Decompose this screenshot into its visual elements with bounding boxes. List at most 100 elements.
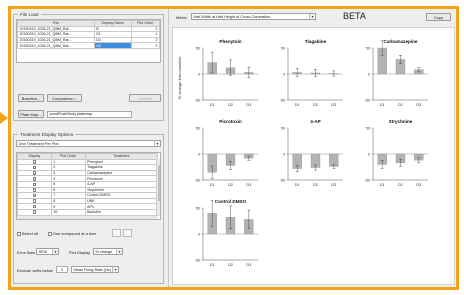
plot-display-value: % change: [95, 249, 113, 254]
y-axis-label: % change from baseline: [177, 56, 182, 100]
display-checkbox[interactable]: [32, 166, 36, 169]
plot-area: % change from baseline Phenytoin 50 0 -50 D1 D…: [172, 27, 455, 285]
y-tick-label: 50: [281, 126, 285, 130]
y-tick-label: -50: [195, 178, 201, 182]
display-name-cell-selected[interactable]: D3: [93, 42, 132, 49]
bar-chart-grid: % change from baseline Phenytoin 50 0 -50 D1 D…: [177, 39, 428, 267]
x-tick-label: D3: [246, 182, 251, 187]
x-tick-label: D1: [295, 102, 300, 107]
y-tick-label: 0: [368, 72, 370, 76]
x-tick-label: D3: [246, 262, 251, 267]
x-tick-label: D2: [398, 182, 403, 187]
display-checkbox[interactable]: [32, 171, 36, 175]
y-tick-label: -50: [195, 258, 201, 262]
x-tick-label: D1: [380, 102, 385, 107]
metric-label: Metric: [176, 15, 187, 20]
panel-title: Phenytoin: [219, 39, 241, 44]
scrollbar-thumb[interactable]: [157, 165, 160, 201]
y-tick-label: 50: [196, 46, 200, 50]
y-tick-label: 50: [281, 46, 285, 50]
y-tick-label: 50: [196, 206, 200, 210]
file-cell[interactable]: 20150319_1026-21_QBM_Rat...: [17, 42, 95, 49]
panel-title: Strychnine: [389, 119, 413, 124]
file-table-container: File Display Name Plot Order 20150319_10…: [16, 19, 161, 63]
metric-select[interactable]: Half Width at Half Height of Cross-Corre…: [191, 13, 316, 20]
treatment-table-hscrollbar[interactable]: [17, 215, 158, 219]
x-tick-label: D1: [380, 182, 385, 187]
treatment-options-group: Treatment Display Options One Treatment …: [13, 132, 164, 284]
chevron-down-icon[interactable]: ▼: [309, 14, 315, 19]
select-all-option[interactable]: Select all: [17, 231, 38, 236]
screenshot-frame: File Load File Display Name Plot Order 2…: [0, 0, 464, 295]
x-tick-label: D2: [398, 102, 403, 107]
plot-display-select[interactable]: % change ▼: [93, 248, 123, 255]
x-tick-label: D2: [228, 182, 233, 187]
chevron-down-icon[interactable]: ▼: [154, 141, 160, 146]
one-compound-label: One compound at a time: [52, 231, 97, 236]
chevron-down-icon[interactable]: ▼: [116, 249, 122, 254]
plate-map-button[interactable]: Plate Map...: [18, 110, 44, 118]
panel-title: Picrotoxin: [219, 119, 242, 124]
treatment-mode-value: One Treatment Per Plot: [18, 141, 59, 146]
y-tick-label: 0: [283, 152, 285, 156]
file-load-title: File Load: [18, 12, 41, 17]
treatment-mode-select[interactable]: One Treatment Per Plot ▼: [16, 140, 161, 147]
confirm-button[interactable]: Confirm: [129, 94, 161, 102]
app-window: File Load File Display Name Plot Order 2…: [8, 6, 459, 290]
display-checkbox[interactable]: [32, 188, 36, 192]
display-checkbox[interactable]: [32, 210, 37, 215]
y-tick-label: -50: [365, 98, 371, 102]
chevron-down-icon[interactable]: ▼: [112, 267, 118, 272]
file-row[interactable]: 20150319_1026-21_QBM_Rat... D3 3: [17, 42, 160, 49]
y-tick-label: 0: [368, 152, 370, 156]
chart-title: BETA: [343, 11, 366, 21]
panel-title: Tiagabine: [305, 39, 327, 44]
x-tick-label: D3: [331, 182, 336, 187]
x-tick-label: D1: [210, 102, 215, 107]
display-checkbox[interactable]: [32, 182, 36, 186]
plate-map-file-field[interactable]: proofFinalStudy.platemap: [47, 110, 132, 118]
chevron-down-icon[interactable]: ▼: [52, 249, 58, 254]
x-tick-label: D2: [228, 102, 233, 107]
x-tick-label: D3: [416, 182, 421, 187]
display-checkbox[interactable]: [32, 199, 37, 203]
compound-prev-button[interactable]: [112, 229, 121, 237]
select-all-checkbox[interactable]: [17, 232, 21, 236]
treatment-table-scrollbar[interactable]: [156, 159, 160, 216]
right-panel: Metric Half Width at Half Height of Cros…: [170, 9, 456, 287]
exclude-wells-input[interactable]: 0: [56, 266, 68, 273]
display-checkbox[interactable]: [32, 177, 36, 181]
x-tick-label: D2: [313, 102, 318, 107]
plot-display-label: Plot Display: [69, 250, 91, 255]
x-tick-label: D1: [295, 182, 300, 187]
exclude-metric-value: Mean Firing Rate (Hz): [73, 267, 111, 272]
one-compound-checkbox[interactable]: [48, 232, 52, 236]
error-bars-select[interactable]: SEM ▼: [36, 248, 59, 255]
y-tick-label: 0: [283, 72, 285, 76]
y-tick-label: 0: [198, 232, 200, 236]
display-checkbox[interactable]: [32, 194, 36, 197]
file-table: File Display Name Plot Order 20150319_10…: [17, 20, 160, 49]
error-bars-label: Error Bars: [17, 250, 36, 255]
comparison-button[interactable]: Comparison...: [47, 94, 82, 102]
exclude-metric-select[interactable]: Mean Firing Rate (Hz) ▼: [71, 266, 119, 273]
exclude-wells-label: Exclude wells below: [17, 268, 53, 273]
treatment-table: Display Plot Order Treatment 1Phenytoin …: [17, 153, 159, 216]
error-bars-value: SEM: [38, 249, 47, 254]
highlight-arrow: [0, 112, 8, 124]
treatment-options-title: Treatment Display Options: [18, 132, 76, 137]
display-checkbox[interactable]: [32, 204, 37, 209]
y-tick-label: 0: [198, 72, 200, 76]
one-compound-option[interactable]: One compound at a time: [48, 231, 97, 236]
baseline-button[interactable]: Baseline...: [18, 94, 44, 102]
display-checkbox[interactable]: [32, 160, 36, 164]
y-tick-label: 50: [366, 126, 370, 130]
plot-order-cell[interactable]: 3: [130, 42, 160, 49]
x-tick-label: D3: [416, 102, 421, 107]
compound-next-button[interactable]: [123, 229, 132, 237]
y-tick-label: -50: [280, 178, 286, 182]
left-panel: File Load File Display Name Plot Order 2…: [11, 9, 169, 287]
x-tick-label: D2: [228, 262, 233, 267]
copy-button[interactable]: Copy: [426, 13, 451, 21]
y-tick-label: 50: [196, 126, 200, 130]
